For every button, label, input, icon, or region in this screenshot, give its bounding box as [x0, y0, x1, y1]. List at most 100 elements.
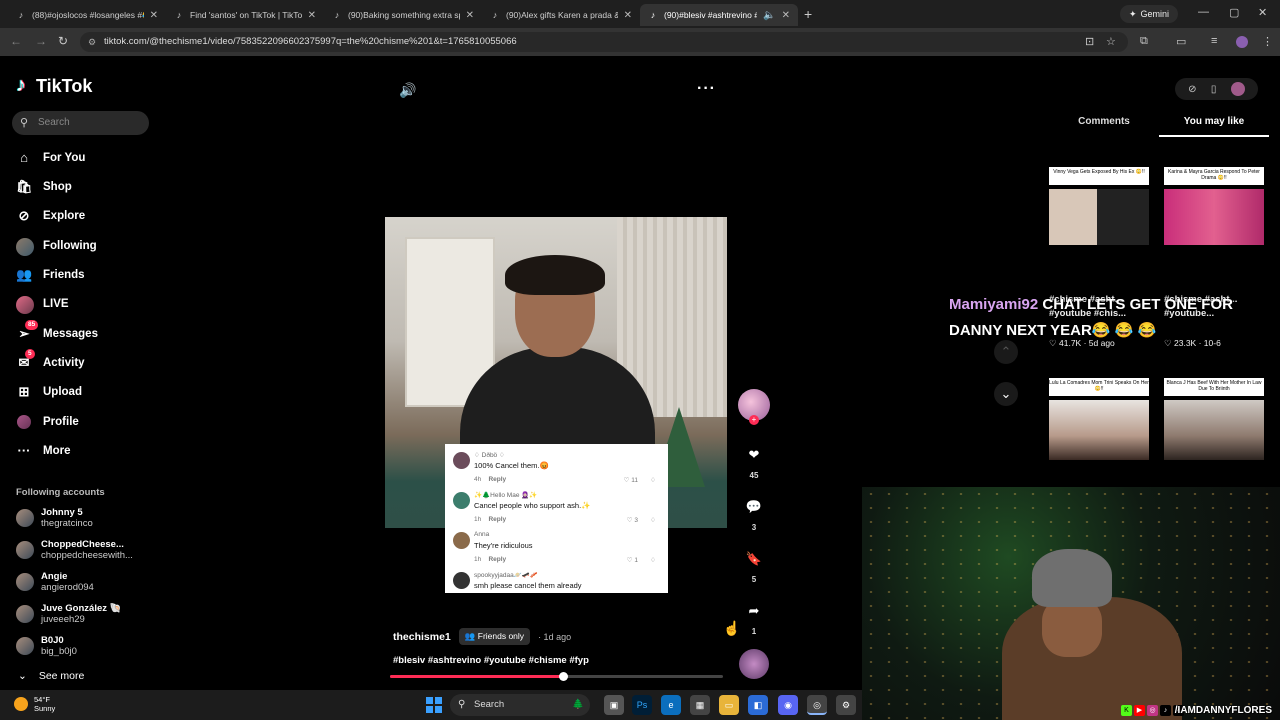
- browser-tab[interactable]: ♪ Find 'santos' on TikTok | TikTok ✕: [166, 4, 324, 26]
- browser-tab[interactable]: ♪ (90)Baking something extra spe ✕: [324, 4, 482, 26]
- right-toolbar: ⊘ ▯: [1175, 78, 1258, 100]
- heart-outline-icon: ♡: [626, 517, 633, 524]
- see-more-button[interactable]: ⌄ See more: [18, 670, 84, 682]
- extensions-icon[interactable]: ⧉: [1140, 35, 1148, 48]
- forward-icon[interactable]: →: [35, 34, 47, 48]
- tab-comments[interactable]: Comments: [1049, 113, 1159, 137]
- profile-avatar[interactable]: [1230, 82, 1245, 96]
- maximize-icon[interactable]: ▢: [1229, 6, 1239, 19]
- nav-shop[interactable]: 🛍 Shop: [16, 176, 72, 198]
- nav-messages[interactable]: ➢ 85 Messages: [16, 320, 98, 345]
- suggested-video-thumbnail[interactable]: [1049, 189, 1149, 245]
- author-username[interactable]: thechisme1: [393, 631, 451, 643]
- app-icon[interactable]: ◧: [748, 695, 768, 715]
- follow-plus-icon[interactable]: +: [749, 415, 759, 425]
- edge-icon[interactable]: e: [661, 695, 681, 715]
- new-tab-button[interactable]: +: [804, 6, 812, 22]
- suggested-video-caption: Lulu La Comadres Mom Trini Speaks On Her…: [1049, 378, 1149, 396]
- following-accounts-header: Following accounts: [16, 487, 105, 498]
- following-account[interactable]: Johnny 5 thegratcinco: [16, 505, 93, 531]
- avatar: [16, 605, 34, 623]
- browser-menu-icon[interactable]: ⋮: [1262, 35, 1273, 48]
- close-tab-icon[interactable]: ✕: [308, 10, 316, 21]
- nav-following[interactable]: Following: [16, 235, 97, 257]
- nav-friends[interactable]: 👥 Friends: [16, 264, 85, 286]
- avatar: [16, 541, 34, 559]
- kick-icon: K: [1121, 705, 1132, 716]
- mute-tab-icon[interactable]: 🔈: [763, 10, 775, 21]
- taskbar-search[interactable]: ⚲ Search 🌲: [450, 694, 590, 716]
- nav-upload[interactable]: ⊞ Upload: [16, 381, 82, 403]
- windows-start-icon[interactable]: [426, 697, 442, 713]
- following-account[interactable]: Angie angierod094: [16, 569, 94, 595]
- tiktok-logo[interactable]: TikTok: [16, 74, 92, 97]
- avatar: [453, 532, 470, 549]
- more-options-icon[interactable]: ···: [697, 80, 716, 98]
- comment-icon[interactable]: 💬: [742, 495, 766, 519]
- back-icon[interactable]: ←: [10, 34, 22, 48]
- comment-action[interactable]: 💬 3: [738, 495, 770, 532]
- tab-you-may-like[interactable]: You may like: [1159, 113, 1269, 137]
- app-icon[interactable]: ⚙: [836, 695, 856, 715]
- task-view-icon[interactable]: ▣: [604, 695, 624, 715]
- bookmark-star-icon[interactable]: ☆: [1106, 35, 1116, 48]
- dislike-icon: ♢: [650, 517, 656, 524]
- gemini-button[interactable]: ✦ Gemini: [1120, 5, 1179, 23]
- phone-icon[interactable]: ▯: [1211, 84, 1217, 95]
- nav-explore[interactable]: ⊘ Explore: [16, 205, 86, 227]
- suggested-video-thumbnail[interactable]: [1049, 400, 1149, 460]
- heart-icon[interactable]: ❤: [742, 443, 766, 467]
- following-account[interactable]: ChoppedCheese... choppedcheesewith...: [16, 537, 133, 563]
- nav-more[interactable]: ··· More: [16, 440, 71, 462]
- address-bar-row: ← → ↻ ⚙ tiktok.com/@thechisme1/video/7583…: [0, 28, 1280, 56]
- next-video-icon[interactable]: ⌄: [994, 382, 1018, 406]
- close-tab-icon[interactable]: ✕: [150, 10, 158, 21]
- site-info-icon[interactable]: ⚙: [88, 32, 96, 52]
- weather-widget[interactable]: 54°F Sunny: [14, 695, 55, 713]
- share-action[interactable]: ➦ 1: [738, 599, 770, 636]
- discord-icon[interactable]: ◉: [778, 695, 798, 715]
- search-input[interactable]: ⚲ Search: [12, 111, 149, 135]
- music-disc-avatar[interactable]: [739, 649, 769, 679]
- overlay-comment: spookyyjadaa🪐🛹🥓 smh please cancel them a…: [453, 568, 660, 592]
- progress-knob[interactable]: [559, 672, 569, 681]
- url-field[interactable]: ⚙ tiktok.com/@thechisme1/video/7583522096…: [80, 32, 1128, 52]
- creator-avatar[interactable]: +: [738, 389, 770, 425]
- nav-for-you[interactable]: ⌂ For You: [16, 147, 85, 169]
- following-account[interactable]: Juve González 🐚 juveeeh29: [16, 601, 121, 627]
- nav-live[interactable]: LIVE: [16, 293, 69, 315]
- reload-icon[interactable]: ↻: [58, 34, 68, 48]
- following-account[interactable]: B0J0 big_b0j0: [16, 633, 77, 659]
- photoshop-icon[interactable]: Ps: [632, 695, 652, 715]
- search-highlight-icon: 🌲: [572, 699, 584, 710]
- nav-activity[interactable]: ✉ 5 Activity: [16, 349, 85, 374]
- minimize-icon[interactable]: —: [1198, 6, 1209, 18]
- like-action[interactable]: ❤ 45: [738, 443, 770, 480]
- close-tab-icon[interactable]: ✕: [624, 10, 632, 21]
- media-controls-icon[interactable]: ≡: [1211, 35, 1217, 47]
- profile-avatar: [16, 414, 32, 430]
- share-icon[interactable]: ➦: [742, 599, 766, 623]
- file-explorer-icon[interactable]: ▭: [719, 695, 739, 715]
- browser-tab[interactable]: ♪ (88)#ojoslocos #losangeles #😂 ✕: [8, 4, 166, 26]
- compass-icon[interactable]: ⊘: [1188, 84, 1196, 95]
- install-app-icon[interactable]: ⊡: [1085, 35, 1094, 48]
- browser-tab[interactable]: ♪ (90)Alex gifts Karen a prada & ✕: [482, 4, 640, 26]
- profile-avatar[interactable]: [1236, 36, 1248, 48]
- close-tab-icon[interactable]: ✕: [782, 10, 790, 21]
- volume-icon[interactable]: 🔊: [399, 82, 416, 99]
- suggested-video-thumbnail[interactable]: [1164, 400, 1264, 460]
- suggested-video-thumbnail[interactable]: [1164, 189, 1264, 245]
- nav-profile[interactable]: Profile: [16, 411, 79, 433]
- bookmark-icon[interactable]: 🔖: [742, 547, 766, 571]
- chrome-icon[interactable]: ◎: [807, 695, 827, 715]
- video-hashtags[interactable]: #blesiv #ashtrevino #youtube #chisme #fy…: [393, 655, 589, 666]
- browser-tab-active[interactable]: ♪(90)#blesiv #ashtrevino #yo🔈✕: [640, 4, 798, 26]
- store-icon[interactable]: ▦: [690, 695, 710, 715]
- close-window-icon[interactable]: ✕: [1258, 6, 1267, 19]
- close-tab-icon[interactable]: ✕: [466, 10, 474, 21]
- compass-icon: ⊘: [18, 208, 30, 223]
- save-action[interactable]: 🔖 5: [738, 547, 770, 584]
- video-progress-bar[interactable]: [390, 672, 723, 681]
- split-view-icon[interactable]: ▭: [1176, 35, 1186, 48]
